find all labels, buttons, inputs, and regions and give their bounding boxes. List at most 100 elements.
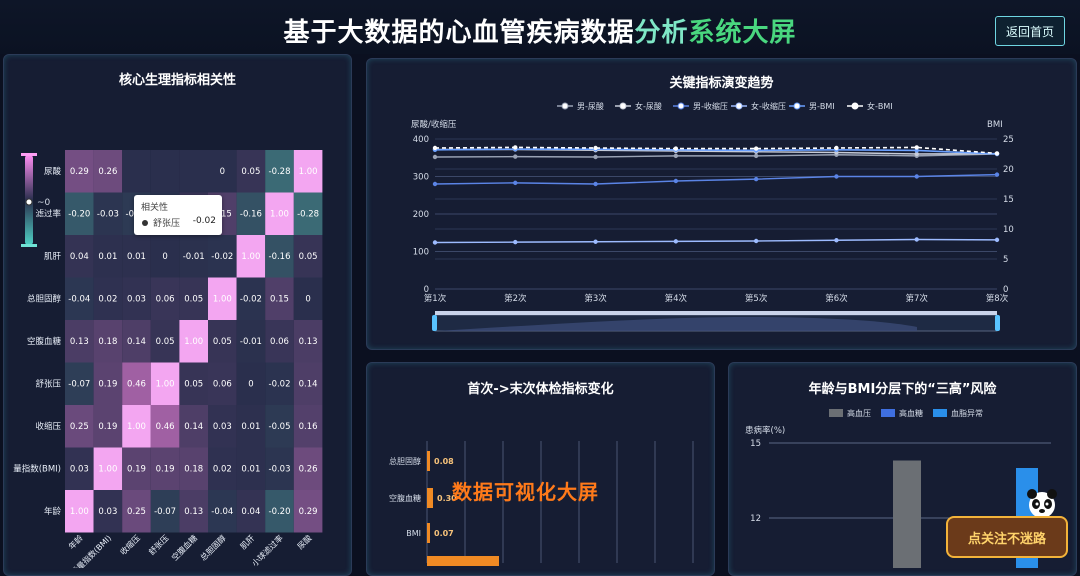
heatmap-cell-value: 0.01 — [241, 464, 260, 474]
datazoom-slider[interactable] — [432, 311, 1000, 332]
heatmap-row-label: 空腹血糖 — [27, 336, 62, 347]
change-bar[interactable] — [427, 523, 430, 543]
heatmap-row-label: 总胆固醇 — [27, 293, 62, 304]
heatmap-cell-value: 0.06 — [156, 294, 175, 304]
trend-chart[interactable]: 男-尿酸 女-尿酸 男-收缩压 女-收缩压 男-BMI 女-BMI 尿酸/收缩压 BMI … — [367, 59, 1076, 349]
heatmap-cell-value: 0.13 — [299, 337, 318, 347]
trend-legend-item[interactable]: 女-收缩压 — [751, 101, 786, 111]
heatmap-cell[interactable] — [150, 150, 180, 193]
heatmap-col-label: 舒张压 — [146, 533, 170, 557]
heatmap-cell-value: 0.04 — [241, 507, 260, 517]
correlation-heatmap[interactable]: ~0 0.29 0.26 0 0.05 -0.28 1.00 -0.20 -0.03 -0.05… — [4, 55, 351, 568]
change-bar-partial[interactable] — [427, 556, 499, 566]
trend-point[interactable] — [513, 239, 518, 245]
trend-point[interactable] — [994, 237, 1000, 243]
back-home-button[interactable]: 返回首页 — [995, 16, 1065, 46]
trend-point[interactable] — [513, 180, 518, 186]
trend-legend-item[interactable]: 女-尿酸 — [635, 101, 662, 111]
heatmap-cell-value: 0.29 — [70, 167, 89, 177]
trend-point[interactable] — [432, 181, 438, 187]
follow-badge[interactable]: 点关注不迷路 — [946, 516, 1068, 558]
heatmap-cell-value: 0.15 — [270, 294, 289, 304]
trend-right-tick: 25 — [1003, 135, 1014, 145]
heatmap-cell-value: 0 — [220, 167, 225, 177]
trend-point[interactable] — [673, 146, 679, 151]
trend-point[interactable] — [914, 145, 919, 150]
heatmap-cell-value: 1.00 — [70, 507, 89, 517]
heatmap-cell-value: 0.05 — [184, 379, 203, 389]
change-bar[interactable] — [427, 451, 430, 471]
trend-point[interactable] — [593, 239, 598, 244]
heatmap-cell-value: 0.03 — [127, 294, 146, 304]
risk-legend-item[interactable]: 血脂异常 — [951, 408, 983, 418]
risk-legend-swatch — [829, 409, 843, 417]
trend-right-tick: 10 — [1003, 225, 1014, 235]
heatmap-cell-value: 1.00 — [156, 379, 175, 389]
trend-point[interactable] — [593, 154, 598, 160]
heatmap-col-label: 总胆固醇 — [198, 533, 228, 563]
trend-point[interactable] — [753, 153, 759, 159]
trend-point[interactable] — [432, 154, 438, 160]
risk-legend-item[interactable]: 高血压 — [847, 408, 871, 418]
legend-marker — [677, 102, 685, 110]
trend-point[interactable] — [513, 145, 518, 150]
risk-bar[interactable] — [893, 460, 921, 569]
change-category-label: BMI — [406, 529, 421, 538]
trend-point[interactable] — [753, 176, 759, 182]
trend-legend-item[interactable]: 男-尿酸 — [577, 101, 604, 111]
heatmap-cell-value: -0.16 — [269, 252, 291, 262]
datazoom-handle-right[interactable] — [995, 315, 1000, 331]
change-bar[interactable] — [427, 488, 433, 508]
heatmap-cell-value: -0.03 — [269, 464, 291, 474]
trend-point[interactable] — [914, 237, 919, 242]
trend-legend-item[interactable]: 男-BMI — [809, 102, 835, 111]
trend-point[interactable] — [593, 181, 598, 187]
trend-point[interactable] — [673, 178, 679, 184]
trend-x-label: 第1次 — [424, 293, 447, 304]
heatmap-col-label: 小球滤过率 — [250, 533, 285, 568]
heatmap-cell-value: 0 — [162, 252, 167, 262]
trend-point[interactable] — [753, 238, 759, 244]
trend-left-tick: 100 — [413, 248, 429, 258]
trend-point[interactable] — [432, 240, 438, 245]
visualmap-handle-bottom[interactable] — [21, 244, 37, 247]
heatmap-cell-value: -0.04 — [68, 294, 90, 304]
trend-left-tick: 400 — [413, 135, 429, 145]
heatmap-cell-value: -0.02 — [240, 294, 262, 304]
trend-point[interactable] — [834, 238, 839, 243]
trend-legend-item[interactable]: 女-BMI — [867, 101, 893, 111]
heatmap-tooltip: 相关性 舒张压 -0.02 — [134, 195, 222, 235]
trend-point[interactable] — [994, 151, 1000, 156]
heatmap-cell-value: 0.14 — [127, 337, 146, 347]
trend-point[interactable] — [432, 145, 438, 151]
trend-point[interactable] — [834, 145, 839, 151]
heatmap-cell-value: 0.02 — [213, 464, 232, 474]
visualmap-handle-top[interactable] — [21, 153, 37, 156]
trend-series-line[interactable] — [434, 238, 998, 244]
trend-point[interactable] — [673, 239, 679, 244]
heatmap-cell-value: 1.00 — [213, 294, 232, 304]
trend-point[interactable] — [834, 174, 839, 179]
datazoom-handle-left[interactable] — [432, 315, 437, 331]
heatmap-cell-value: -0.05 — [269, 422, 291, 432]
trend-point[interactable] — [673, 153, 679, 159]
trend-point[interactable] — [994, 172, 1000, 177]
heatmap-cell-value: -0.02 — [269, 379, 291, 389]
heatmap-cell-value: 1.00 — [98, 464, 117, 474]
change-chart[interactable]: 总胆固醇空腹血糖BMI 0.080.300.07 — [367, 363, 714, 568]
heatmap-cell-value: 0.26 — [299, 464, 318, 474]
heatmap-cell-value: -0.20 — [68, 209, 90, 219]
trend-legend-item[interactable]: 男-收缩压 — [693, 101, 728, 111]
heatmap-cell-value: 1.00 — [184, 337, 203, 347]
heatmap-row-label: 量指数(BMI) — [13, 463, 61, 474]
heatmap-cell[interactable] — [179, 150, 208, 193]
trend-point[interactable] — [753, 146, 759, 151]
trend-point[interactable] — [513, 154, 518, 159]
heatmap-cell-value: -0.03 — [97, 209, 119, 219]
heatmap-cell-value: 0.01 — [127, 252, 146, 262]
risk-legend-item[interactable]: 高血糖 — [899, 408, 923, 418]
trend-point[interactable] — [593, 145, 598, 151]
heatmap-cell[interactable] — [122, 150, 151, 193]
heatmap-cell-value: 1.00 — [127, 422, 146, 432]
trend-point[interactable] — [914, 174, 919, 179]
